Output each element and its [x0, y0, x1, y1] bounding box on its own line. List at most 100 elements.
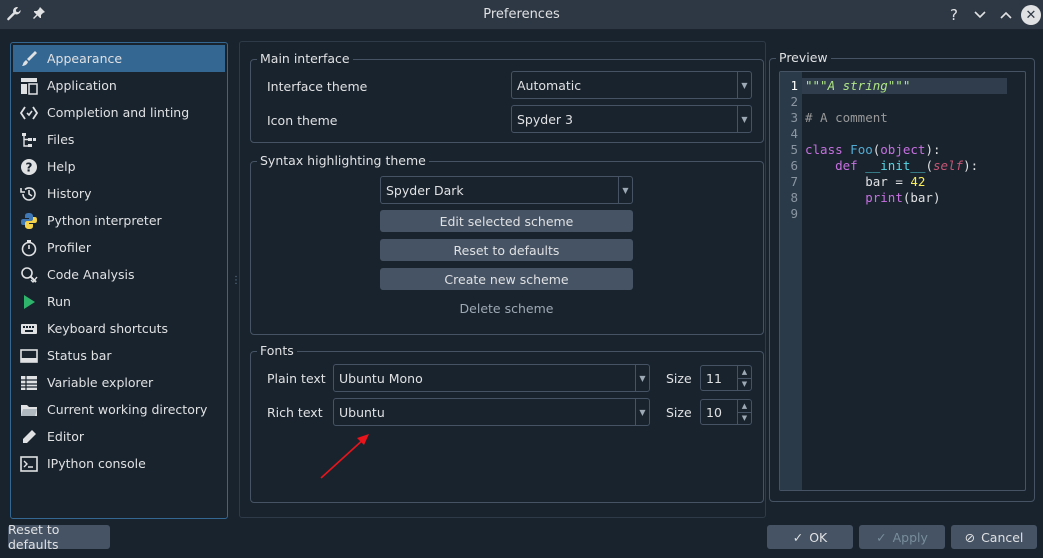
plain-font-combo[interactable]: Ubuntu Mono ▼	[333, 364, 650, 392]
line-number: 7	[790, 174, 798, 189]
minimize-icon[interactable]	[969, 4, 991, 26]
icon-theme-label: Icon theme	[267, 113, 338, 128]
plain-font-value: Ubuntu Mono	[339, 370, 423, 386]
files-icon	[19, 130, 39, 150]
rich-size-value: 10	[706, 404, 722, 420]
edit-scheme-button[interactable]: Edit selected scheme	[380, 210, 633, 232]
sidebar-item-label: Keyboard shortcuts	[47, 321, 169, 336]
line-number: 4	[790, 126, 798, 141]
help-icon[interactable]: ?	[943, 4, 965, 26]
syntax-theme-group: Syntax highlighting theme Spyder Dark ▼ …	[250, 153, 764, 335]
sidebar-item-label: Python interpreter	[47, 213, 162, 228]
line-number: 8	[790, 190, 798, 205]
stopwatch-icon	[19, 238, 39, 258]
sidebar-item-help[interactable]: ? Help	[13, 153, 225, 180]
sidebar-item-python-interpreter[interactable]: Python interpreter	[13, 207, 225, 234]
keyboard-icon	[19, 319, 39, 339]
rich-font-combo[interactable]: Ubuntu ▼	[333, 398, 650, 426]
annotation-arrow-icon	[320, 434, 369, 479]
sidebar-item-current-working-directory[interactable]: Current working directory	[13, 396, 225, 423]
code-line-1: """A string"""	[805, 78, 911, 93]
code-line-5: class Foo(object):	[805, 142, 941, 157]
spin-up-icon[interactable]: ▲	[738, 400, 751, 413]
code-line-7: bar = 42	[865, 174, 926, 189]
completion-icon	[19, 103, 39, 123]
syntax-scheme-combo[interactable]: Spyder Dark ▼	[380, 176, 633, 204]
rich-size-label: Size	[666, 405, 692, 420]
sidebar-item-label: Run	[47, 294, 71, 309]
sidebar-item-label: Editor	[47, 429, 84, 444]
plain-size-value: 11	[706, 370, 722, 386]
sidebar-item-application[interactable]: Application	[13, 72, 225, 99]
plain-size-spinbox[interactable]: 11 ▲ ▼	[700, 365, 752, 391]
line-number: 3	[790, 110, 798, 125]
delete-scheme-button[interactable]: Delete scheme	[380, 297, 633, 319]
chevron-down-icon: ▼	[737, 72, 751, 98]
apply-button[interactable]: ✓ Apply	[859, 525, 945, 549]
chevron-down-icon: ▼	[635, 365, 649, 391]
code-line-6: def __init__(self):	[835, 158, 979, 173]
sidebar-item-code-analysis[interactable]: Code Analysis	[13, 261, 225, 288]
fonts-group: Fonts Plain text Ubuntu Mono ▼ Size 11 ▲…	[250, 343, 764, 503]
sidebar-item-run[interactable]: Run	[13, 288, 225, 315]
sidebar-item-completion-and-linting[interactable]: Completion and linting	[13, 99, 225, 126]
cancel-button[interactable]: ⊘ Cancel	[951, 525, 1037, 549]
syntax-scheme-value: Spyder Dark	[386, 182, 464, 198]
pencil-icon	[19, 427, 39, 447]
sidebar-item-label: Profiler	[47, 240, 92, 255]
history-icon	[19, 184, 39, 204]
reset-scheme-button[interactable]: Reset to defaults	[380, 239, 633, 261]
title-bar: Preferences ? ✕	[0, 0, 1043, 30]
line-number: 5	[790, 142, 798, 157]
fonts-title: Fonts	[257, 343, 297, 358]
sidebar-item-history[interactable]: History	[13, 180, 225, 207]
sidebar-item-variable-explorer[interactable]: Variable explorer	[13, 369, 225, 396]
icon-theme-combo[interactable]: Spyder 3 ▼	[511, 105, 752, 133]
line-number: 1	[790, 78, 798, 93]
spin-up-icon[interactable]: ▲	[738, 366, 751, 379]
sidebar-item-label: History	[47, 186, 92, 201]
check-icon: ✓	[792, 529, 804, 545]
cancel-label: Cancel	[981, 529, 1024, 545]
folder-icon	[19, 400, 39, 420]
python-icon	[19, 211, 39, 231]
sidebar-item-ipython-console[interactable]: IPython console	[13, 450, 225, 477]
close-icon[interactable]: ✕	[1021, 5, 1041, 25]
create-scheme-button[interactable]: Create new scheme	[380, 268, 633, 290]
spin-down-icon[interactable]: ▼	[738, 379, 751, 391]
plain-size-label: Size	[666, 371, 692, 386]
sidebar-item-files[interactable]: Files	[13, 126, 225, 153]
code-line-3: # A comment	[805, 110, 888, 125]
play-icon	[19, 292, 39, 312]
interface-theme-combo[interactable]: Automatic ▼	[511, 71, 752, 99]
rich-size-spinbox[interactable]: 10 ▲ ▼	[700, 399, 752, 425]
spin-down-icon[interactable]: ▼	[738, 413, 751, 425]
interface-theme-value: Automatic	[517, 77, 582, 93]
syntax-theme-title: Syntax highlighting theme	[257, 153, 429, 168]
sidebar-item-label: Files	[47, 132, 75, 147]
svg-text:?: ?	[26, 160, 33, 174]
main-interface-group: Main interface Interface theme Automatic…	[250, 51, 764, 143]
sidebar-item-appearance[interactable]: Appearance	[13, 45, 225, 72]
line-number: 2	[790, 94, 798, 109]
sidebar-item-label: Code Analysis	[47, 267, 135, 282]
appearance-panel: Main interface Interface theme Automatic…	[239, 41, 766, 518]
application-icon	[19, 76, 39, 96]
sidebar-item-keyboard-shortcuts[interactable]: Keyboard shortcuts	[13, 315, 225, 342]
check-icon: ✓	[876, 529, 887, 545]
sidebar-item-editor[interactable]: Editor	[13, 423, 225, 450]
sidebar-item-status-bar[interactable]: Status bar	[13, 342, 225, 369]
sidebar-item-profiler[interactable]: Profiler	[13, 234, 225, 261]
rich-font-value: Ubuntu	[339, 404, 385, 420]
reset-defaults-button[interactable]: Reset to defaults	[8, 522, 110, 552]
sidebar-item-label: Variable explorer	[47, 375, 154, 390]
line-number: 9	[790, 206, 798, 221]
interface-theme-label: Interface theme	[267, 79, 368, 94]
preview-editor[interactable]: 123456789 """A string""" # A comment cla…	[779, 71, 1026, 491]
line-number: 6	[790, 158, 798, 173]
sidebar-item-label: IPython console	[47, 456, 146, 471]
maximize-icon[interactable]	[995, 4, 1017, 26]
plain-text-label: Plain text	[267, 371, 326, 386]
chevron-down-icon: ▼	[618, 177, 632, 203]
ok-button[interactable]: ✓ OK	[767, 525, 853, 549]
